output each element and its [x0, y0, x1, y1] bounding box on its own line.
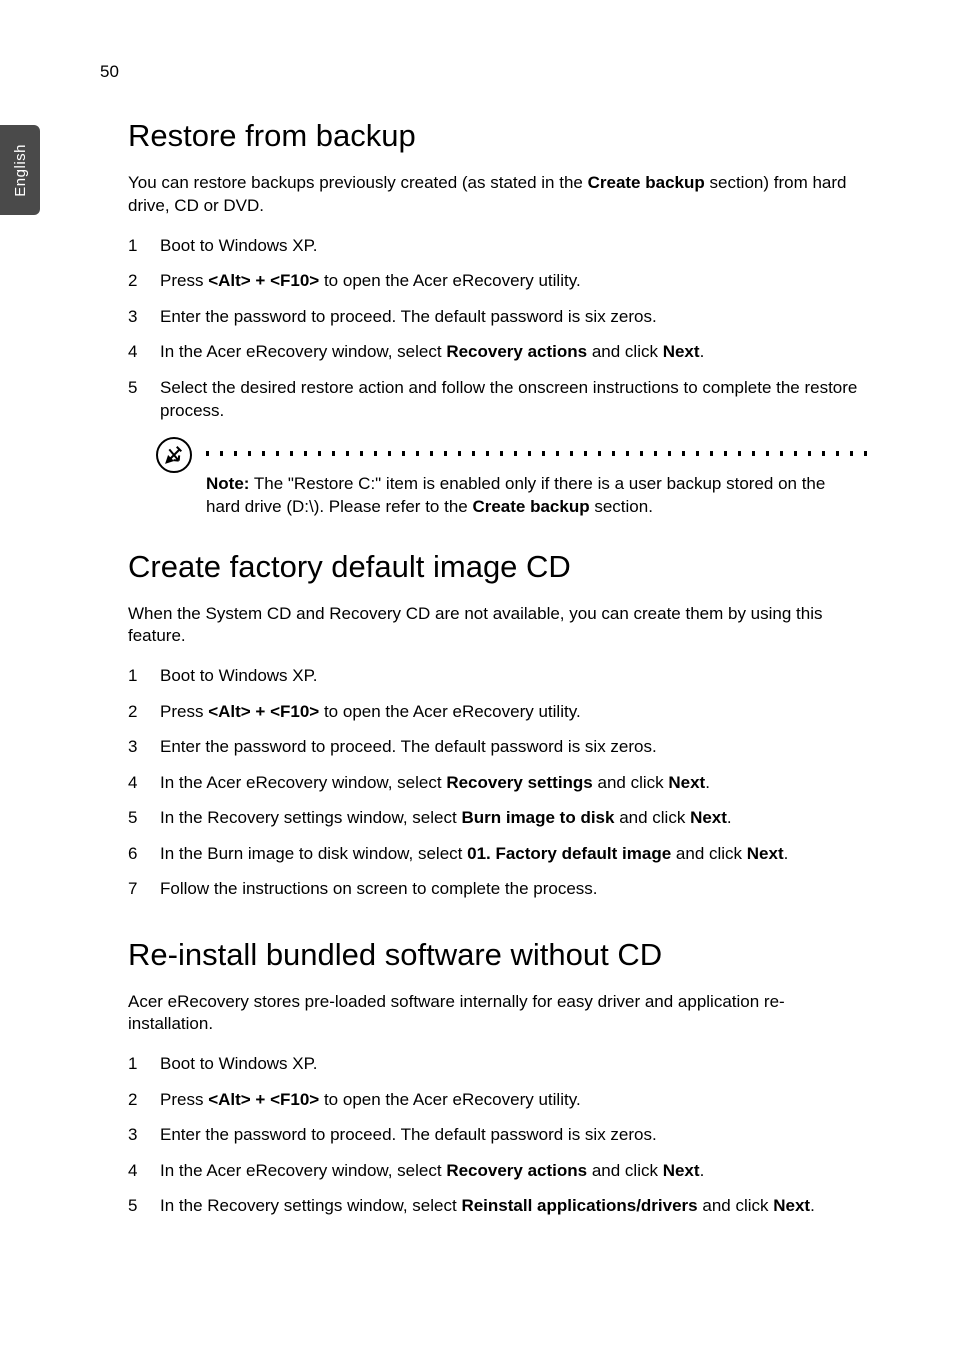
list-item: 1Boot to Windows XP.: [128, 228, 868, 263]
section-create-factory-cd: Create factory default image CD When the…: [128, 549, 868, 907]
language-tab-label: English: [12, 144, 29, 197]
intro-factory-cd: When the System CD and Recovery CD are n…: [128, 603, 868, 649]
list-item: 6In the Burn image to disk window, selec…: [128, 836, 868, 871]
list-item: 4In the Acer eRecovery window, select Re…: [128, 765, 868, 800]
note-icon: [156, 437, 192, 473]
heading-factory-cd: Create factory default image CD: [128, 549, 868, 585]
language-tab: English: [0, 125, 40, 215]
list-item: 1Boot to Windows XP.: [128, 1046, 868, 1081]
heading-reinstall: Re-install bundled software without CD: [128, 937, 868, 973]
note-block: Note: The "Restore C:" item is enabled o…: [156, 437, 868, 519]
list-item: 7Follow the instructions on screen to co…: [128, 871, 868, 906]
intro-reinstall: Acer eRecovery stores pre-loaded softwar…: [128, 991, 868, 1037]
list-factory-cd: 1Boot to Windows XP. 2Press <Alt> + <F10…: [128, 658, 868, 906]
section-restore-from-backup: Restore from backup You can restore back…: [128, 118, 868, 519]
list-item: 3Enter the password to proceed. The defa…: [128, 299, 868, 334]
list-item: 1Boot to Windows XP.: [128, 658, 868, 693]
note-text: Note: The "Restore C:" item is enabled o…: [206, 472, 868, 519]
list-item: 2Press <Alt> + <F10> to open the Acer eR…: [128, 1082, 868, 1117]
list-item: 5In the Recovery settings window, select…: [128, 1188, 868, 1223]
page-number: 50: [100, 62, 119, 82]
dotted-separator: [206, 451, 868, 456]
list-item: 2Press <Alt> + <F10> to open the Acer eR…: [128, 263, 868, 298]
list-item: 2Press <Alt> + <F10> to open the Acer eR…: [128, 694, 868, 729]
list-item: 4In the Acer eRecovery window, select Re…: [128, 1153, 868, 1188]
list-item: 3Enter the password to proceed. The defa…: [128, 729, 868, 764]
list-item: 5Select the desired restore action and f…: [128, 370, 868, 429]
list-reinstall: 1Boot to Windows XP. 2Press <Alt> + <F10…: [128, 1046, 868, 1223]
list-item: 3Enter the password to proceed. The defa…: [128, 1117, 868, 1152]
list-restore: 1Boot to Windows XP. 2Press <Alt> + <F10…: [128, 228, 868, 429]
section-reinstall-software: Re-install bundled software without CD A…: [128, 937, 868, 1224]
list-item: 5In the Recovery settings window, select…: [128, 800, 868, 835]
heading-restore: Restore from backup: [128, 118, 868, 154]
list-item: 4In the Acer eRecovery window, select Re…: [128, 334, 868, 369]
page-content: Restore from backup You can restore back…: [128, 108, 868, 1250]
intro-restore: You can restore backups previously creat…: [128, 172, 868, 218]
